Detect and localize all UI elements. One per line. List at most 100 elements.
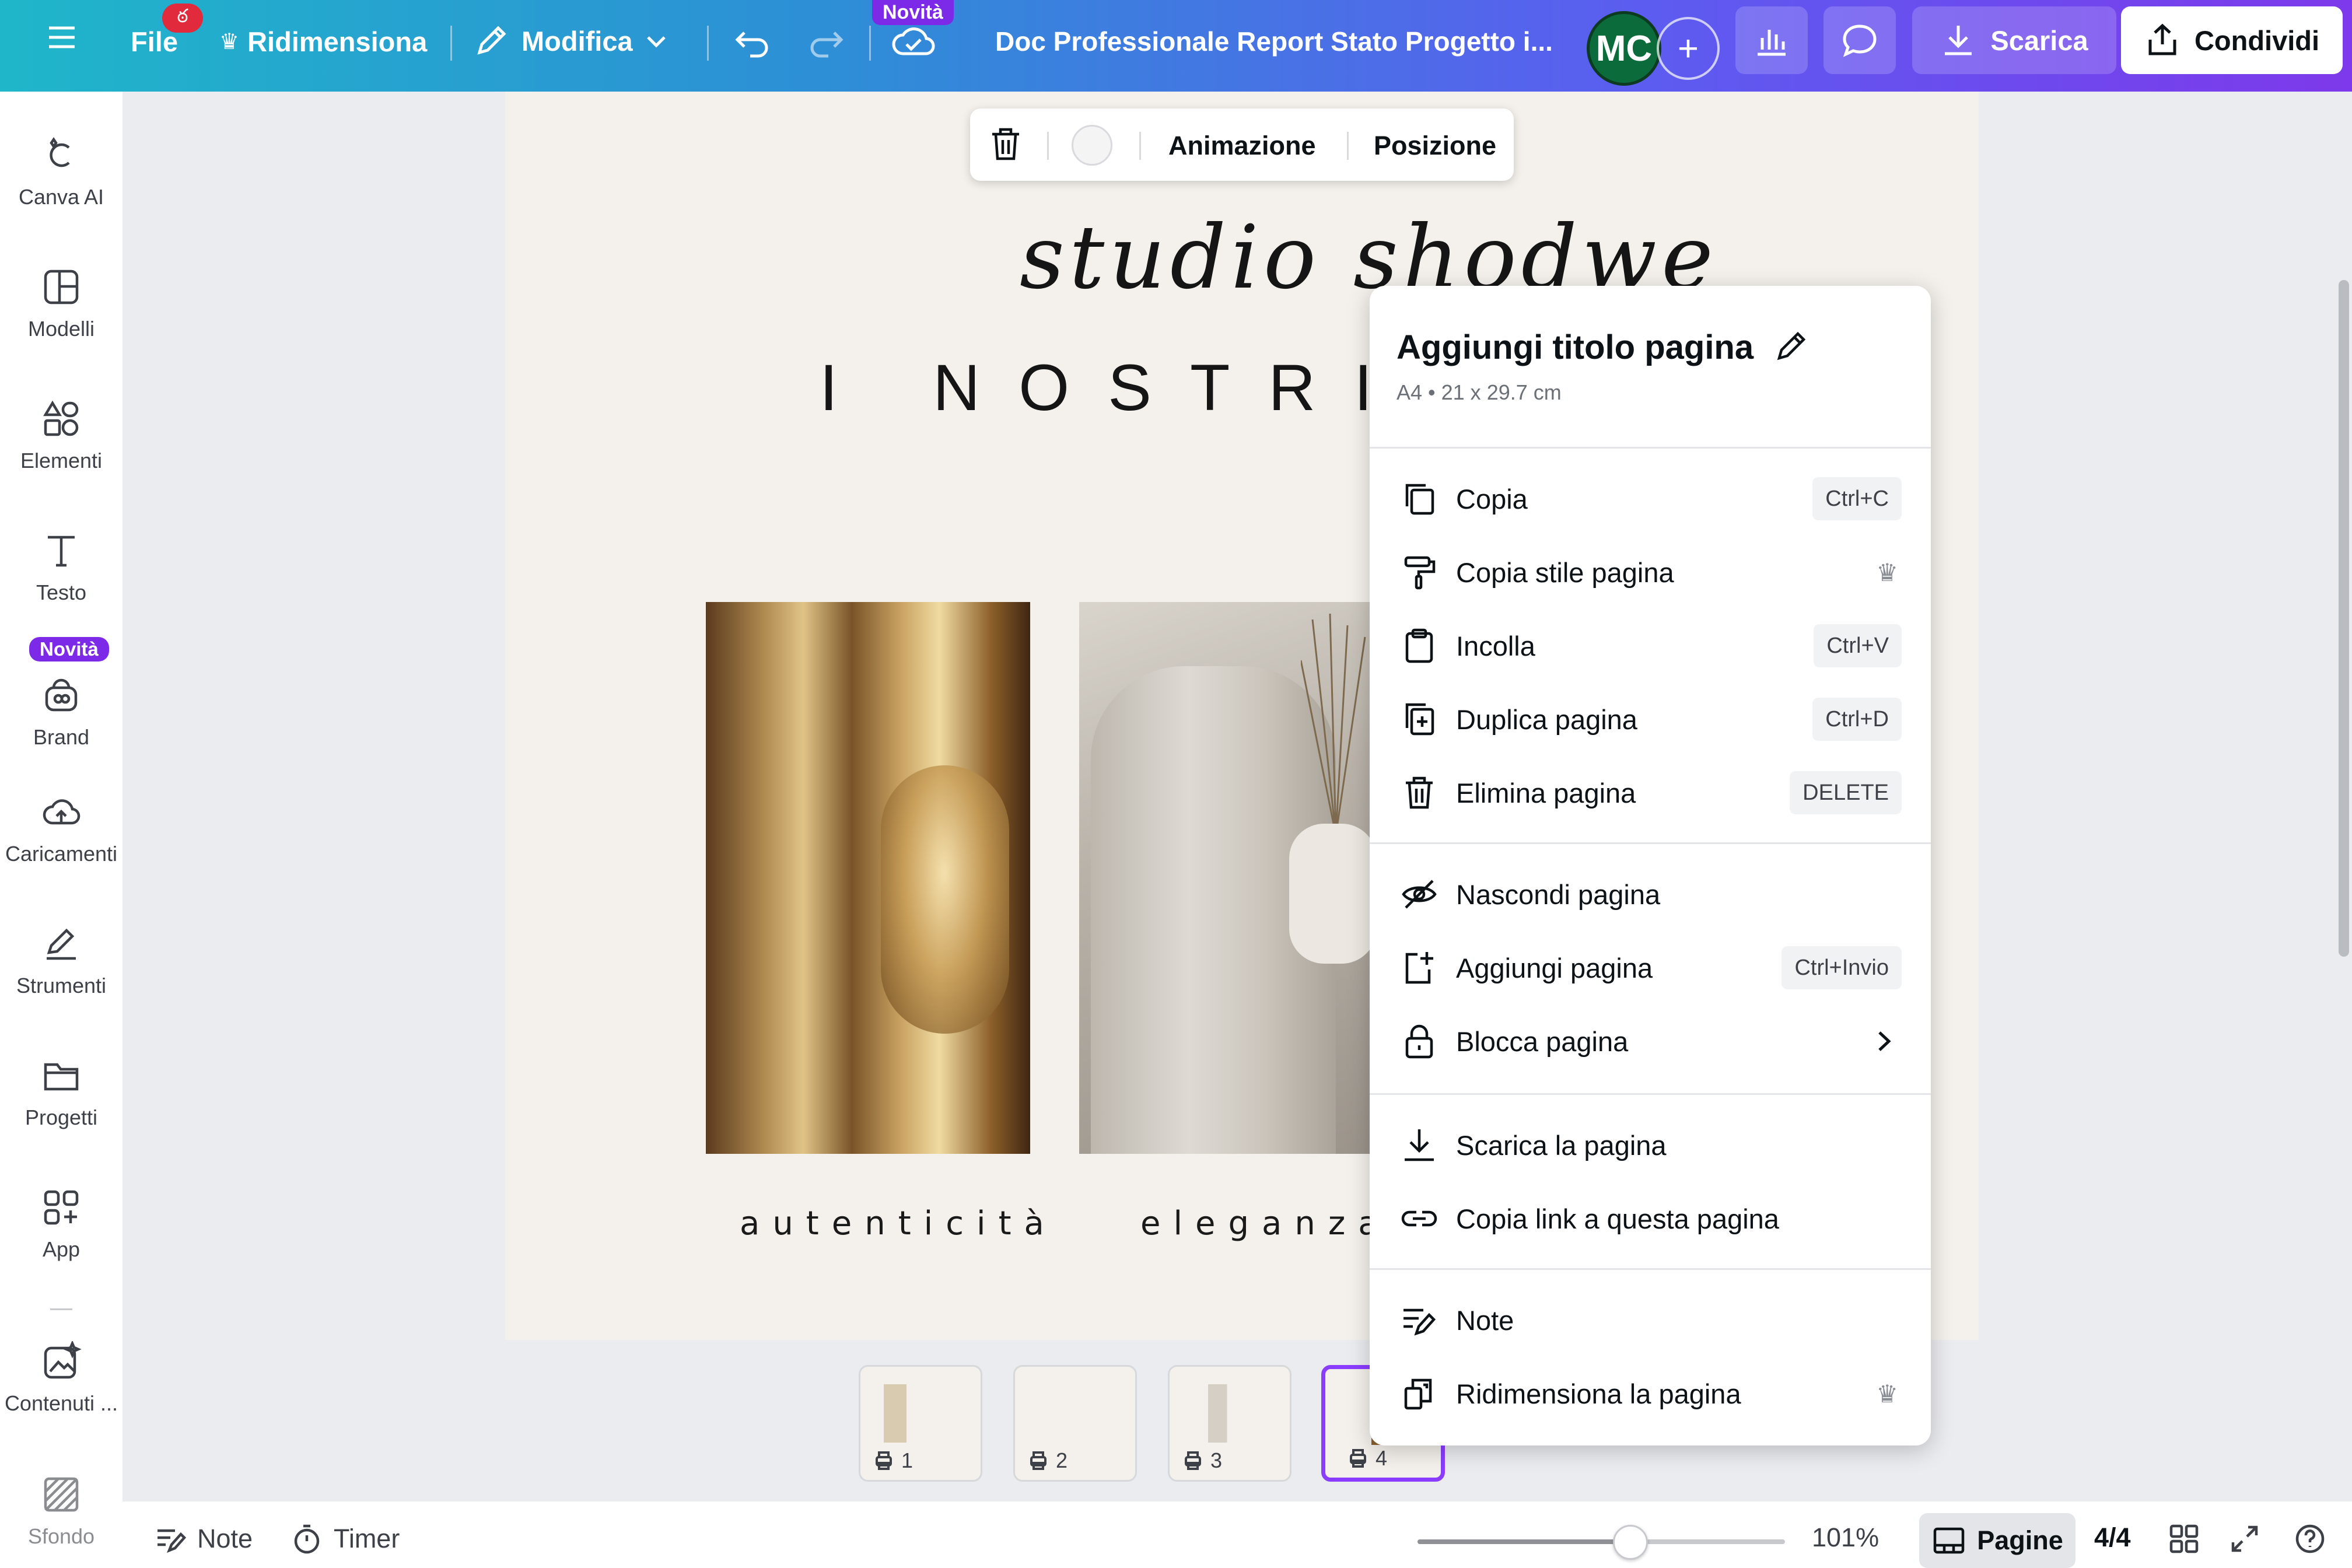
sidebar-item-projects[interactable]: Progetti (0, 1055, 123, 1130)
sidebar-item-label: Elementi (20, 449, 103, 473)
sidebar-item-magic-media[interactable]: Contenuti ... (0, 1340, 123, 1416)
crown-icon: ♛ (1876, 558, 1898, 586)
dried-stems-icon (1301, 614, 1366, 835)
sidebar-item-background[interactable]: Sfondo (0, 1474, 123, 1549)
thumbnail-number: 1 (901, 1448, 914, 1472)
delete-element-button[interactable] (986, 125, 1025, 166)
undo-button[interactable] (733, 23, 771, 58)
share-button[interactable]: Condividi (2121, 6, 2343, 74)
page-title-input[interactable]: Aggiungi titolo pagina (1396, 328, 1754, 367)
zoom-slider-fill (1418, 1539, 1631, 1544)
edit-title-pencil-icon[interactable] (1772, 327, 1811, 365)
printer-icon (1030, 1451, 1046, 1470)
sidebar-item-label: Testo (36, 580, 87, 604)
edit-mode-button[interactable]: Modifica (474, 23, 669, 58)
timer-label: Timer (334, 1524, 400, 1553)
menu-item-label: Incolla (1456, 630, 1535, 662)
text-icon (41, 530, 82, 571)
sidebar-item-label: Brand (33, 725, 90, 749)
page-thumbnail[interactable]: 1 (859, 1365, 982, 1482)
caption-elegance[interactable]: eleganza (1140, 1205, 1391, 1242)
sidebar-item-label: Contenuti ... (4, 1391, 118, 1415)
help-button[interactable] (2294, 1522, 2337, 1555)
paint-roller-icon (1400, 553, 1438, 592)
sidebar-item-templates[interactable]: Modelli (0, 267, 123, 341)
menu-item-notes[interactable]: Note (1370, 1283, 1931, 1357)
page-context-menu: Aggiungi titolo pagina A4 • 21 x 29.7 cm… (1370, 286, 1931, 1446)
sidebar-item-apps[interactable]: App (0, 1187, 123, 1262)
link-icon (1400, 1199, 1438, 1238)
shortcut-badge: DELETE (1790, 771, 1902, 814)
sidebar-item-brand[interactable]: Brand (0, 675, 123, 750)
templates-icon (41, 267, 82, 307)
vertical-scrollbar[interactable] (2339, 280, 2349, 957)
menu-item-paste[interactable]: Incolla Ctrl+V (1370, 609, 1931, 682)
zoom-slider-handle[interactable] (1613, 1525, 1648, 1560)
menu-item-add-page[interactable]: Aggiungi pagina Ctrl+Invio (1370, 931, 1931, 1005)
menu-divider (1370, 842, 1931, 844)
add-page-icon (1400, 949, 1438, 987)
menu-item-duplicate-page[interactable]: Duplica pagina Ctrl+D (1370, 682, 1931, 756)
sidebar-item-canva-ai[interactable]: Canva AI (0, 135, 123, 209)
pages-icon (1933, 1527, 1965, 1554)
page-thumbnail[interactable]: 3 (1168, 1365, 1292, 1482)
edit-label: Modifica (522, 25, 633, 57)
animation-button[interactable]: Animazione (1168, 131, 1316, 161)
sidebar-item-text[interactable]: Testo (0, 530, 123, 605)
sidebar-item-elements[interactable]: Elementi (0, 398, 123, 473)
caption-authenticity[interactable]: autenticità (740, 1205, 1057, 1242)
sidebar-item-tools[interactable]: Strumenti (0, 923, 123, 998)
sidebar-item-uploads[interactable]: Caricamenti (0, 792, 123, 866)
menu-item-delete-page[interactable]: Elimina pagina DELETE (1370, 756, 1931, 830)
tools-icon (41, 923, 82, 964)
menu-item-label: Note (1456, 1304, 1514, 1336)
menu-divider (1370, 447, 1931, 449)
menu-item-copy-style[interactable]: Copia stile pagina ♛ (1370, 536, 1931, 609)
copy-icon (1400, 480, 1438, 518)
download-button[interactable]: Scarica (1912, 6, 2116, 74)
menu-item-download-page[interactable]: Scarica la pagina (1370, 1108, 1931, 1182)
page-thumbnail[interactable]: 2 (1013, 1365, 1137, 1482)
insights-button[interactable] (1735, 6, 1808, 74)
document-title[interactable]: Doc Professionale Report Stato Progetto … (995, 26, 1553, 57)
menu-item-label: Copia (1456, 483, 1528, 514)
grid-view-button[interactable] (2168, 1522, 2211, 1555)
menu-divider (1370, 1268, 1931, 1270)
ornament-photo[interactable] (706, 602, 1030, 1154)
dress-photo[interactable] (1079, 602, 1371, 1154)
comments-button[interactable] (1824, 6, 1896, 74)
help-icon (2295, 1524, 2325, 1553)
position-button[interactable]: Posizione (1374, 131, 1496, 161)
menu-item-label: Copia stile pagina (1456, 556, 1674, 588)
thumbnail-label: 1 (872, 1448, 913, 1473)
menu-item-resize-page[interactable]: Ridimensiona la pagina ♛ (1370, 1357, 1931, 1430)
menu-item-lock-page[interactable]: Blocca pagina (1370, 1005, 1931, 1078)
menu-item-copy-link[interactable]: Copia link a questa pagina (1370, 1182, 1931, 1255)
pages-button[interactable]: Pagine (1919, 1513, 2076, 1568)
printer-icon (1185, 1451, 1201, 1470)
download-label: Scarica (1990, 24, 2088, 56)
share-upload-icon (2148, 23, 2176, 55)
menu-item-label: Copia link a questa pagina (1456, 1203, 1779, 1234)
notes-button[interactable]: Note (154, 1522, 253, 1555)
lock-icon (1400, 1022, 1438, 1060)
resize-button[interactable]: ♛ Ridimensiona (219, 26, 427, 58)
color-swatch[interactable] (1072, 125, 1112, 166)
avatar[interactable]: MC (1587, 11, 1661, 86)
timer-button[interactable]: Timer (290, 1522, 400, 1555)
eye-off-icon (1400, 875, 1438, 914)
brand-icon (41, 675, 82, 716)
menu-item-hide-page[interactable]: Nascondi pagina (1370, 858, 1931, 931)
zoom-level[interactable]: 101% (1812, 1522, 1879, 1553)
invite-plus-icon[interactable]: + (1657, 17, 1720, 80)
redo-button[interactable] (807, 23, 846, 58)
comment-icon (1843, 24, 1877, 57)
fullscreen-button[interactable] (2228, 1522, 2272, 1555)
thumbnail-number: 4 (1376, 1446, 1388, 1470)
thumbnail-preview (884, 1384, 960, 1443)
thumbnail-preview (1193, 1384, 1269, 1443)
menu-item-copy[interactable]: Copia Ctrl+C (1370, 462, 1931, 536)
cloud-saved-icon[interactable] (891, 23, 936, 61)
hamburger-icon[interactable] (46, 21, 78, 54)
folder-icon (41, 1055, 82, 1096)
